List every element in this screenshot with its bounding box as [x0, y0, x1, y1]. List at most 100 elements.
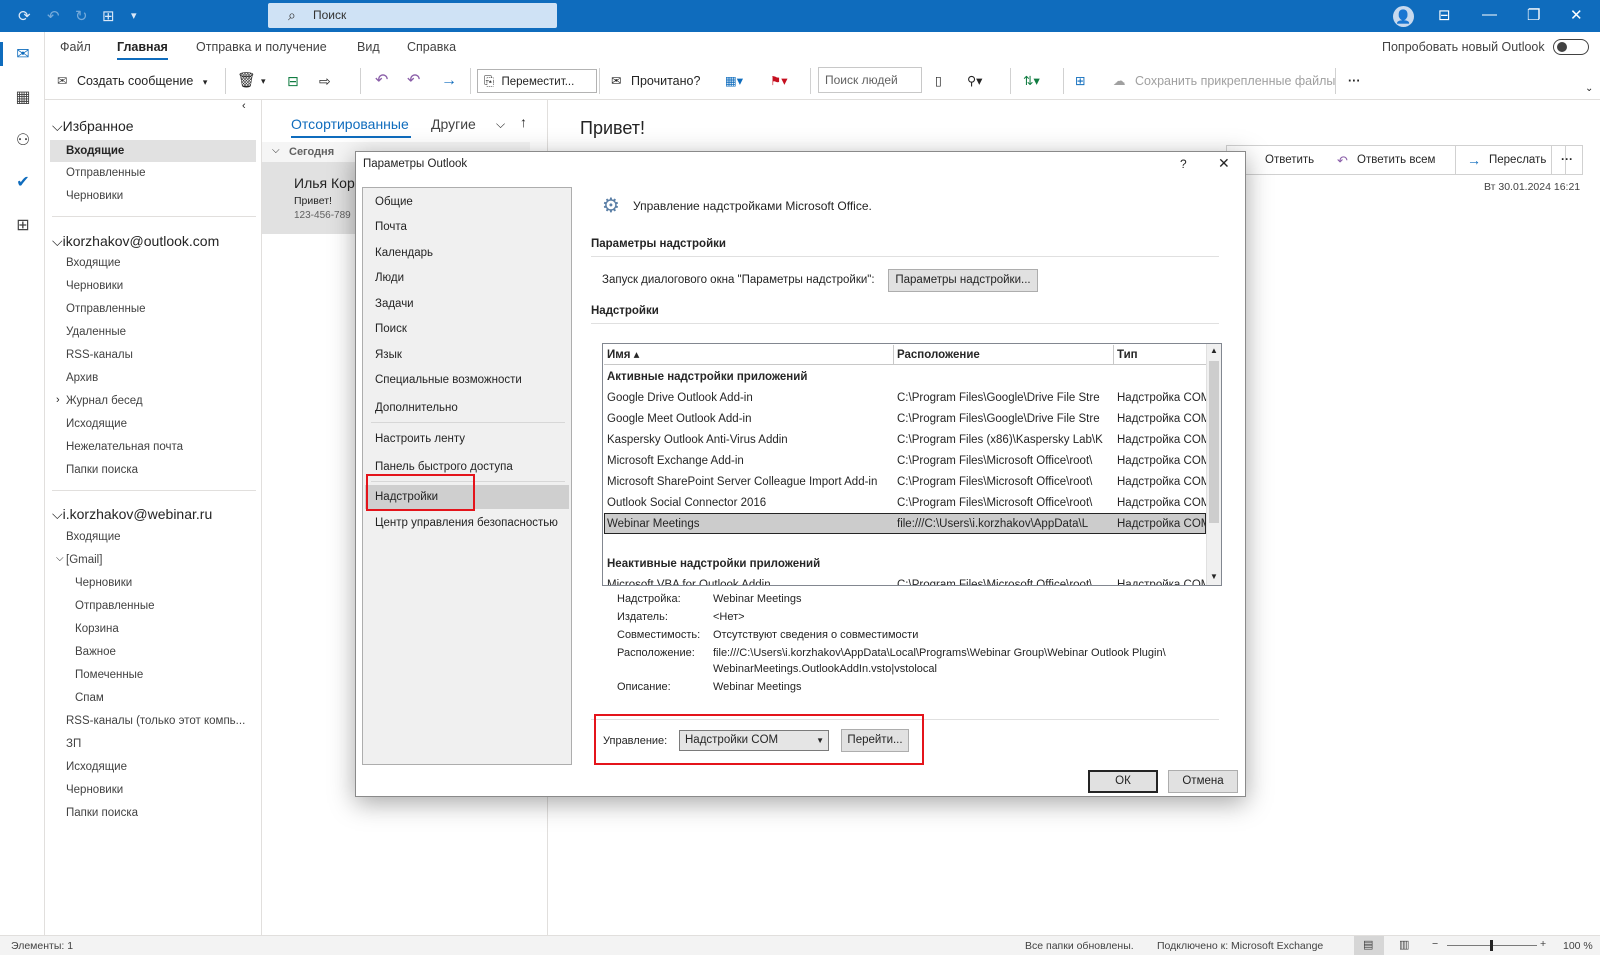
folder-item[interactable]: RSS-каналы: [66, 349, 133, 361]
chevron-down-icon[interactable]: ▾: [261, 70, 266, 92]
collapse-pane-icon[interactable]: ‹: [242, 100, 246, 112]
nav-mail[interactable]: Почта: [375, 221, 407, 233]
table-row[interactable]: Microsoft VBA for Outlook Addin C:\Progra…: [604, 575, 1209, 585]
redo-icon[interactable]: ↻: [75, 7, 88, 25]
folder-item[interactable]: Папки поиска: [66, 807, 138, 819]
todo-icon[interactable]: ✔: [12, 172, 34, 194]
ok-button[interactable]: ОК: [1088, 770, 1158, 793]
tab-file[interactable]: Файл: [60, 40, 91, 54]
chevron-right-icon[interactable]: ›: [56, 394, 60, 406]
chevron-down-icon[interactable]: ⌵: [56, 553, 64, 564]
scroll-thumb[interactable]: [1209, 361, 1219, 523]
rules-icon[interactable]: ⇅▾: [1023, 70, 1040, 92]
folder-inbox-favorite[interactable]: Входящие: [50, 140, 256, 162]
apps-grid-icon[interactable]: ⊞: [12, 215, 34, 237]
account-header-webinar[interactable]: ⌵i.korzhakov@webinar.ru: [52, 506, 212, 523]
column-type[interactable]: Тип: [1114, 345, 1214, 365]
new-message-button[interactable]: ✉ Создать сообщение ▾: [57, 70, 207, 92]
minimize-icon[interactable]: —: [1482, 6, 1497, 23]
table-row[interactable]: Google Meet Outlook Add-in C:\Program Fil…: [604, 409, 1209, 430]
close-icon[interactable]: ✕: [1570, 6, 1583, 24]
people-search-input[interactable]: Поиск людей: [818, 67, 922, 93]
nav-language[interactable]: Язык: [375, 349, 402, 361]
delete-icon[interactable]: 🗑: [237, 70, 256, 92]
folder-item[interactable]: Корзина: [75, 623, 119, 635]
folder-item[interactable]: Черновики: [66, 280, 123, 292]
read-unread-button[interactable]: ✉ Прочитано?: [611, 70, 700, 92]
folder-item[interactable]: ЗП: [66, 738, 81, 750]
collapse-ribbon-icon[interactable]: ⌄: [1585, 78, 1593, 100]
chevron-down-icon[interactable]: ⌵: [272, 145, 280, 156]
more-options-icon[interactable]: ···: [1348, 70, 1361, 92]
folder-item[interactable]: Входящие: [66, 257, 121, 269]
search-input[interactable]: ⌕ Поиск: [268, 3, 557, 28]
restore-icon[interactable]: ❐: [1527, 6, 1540, 24]
nav-customize-ribbon[interactable]: Настроить ленту: [375, 433, 465, 445]
folder-item[interactable]: Черновики: [75, 577, 132, 589]
more-actions-button[interactable]: ···: [1551, 145, 1583, 175]
people-icon[interactable]: ⚇: [12, 130, 34, 152]
folder-item[interactable]: Входящие: [66, 531, 121, 543]
table-scrollbar[interactable]: ▲ ▼: [1206, 344, 1221, 585]
table-row[interactable]: Microsoft SharePoint Server Colleague Im…: [604, 472, 1209, 493]
folder-item[interactable]: Архив: [66, 372, 98, 384]
move-dropdown[interactable]: ⎘ Переместит...: [477, 69, 597, 93]
folder-item[interactable]: Отправленные: [75, 600, 155, 612]
folder-item[interactable]: Исходящие: [66, 761, 127, 773]
folder-item[interactable]: Папки поиска: [66, 464, 138, 476]
save-attachments-button[interactable]: ☁ Сохранить прикрепленные файлы: [1113, 70, 1335, 92]
cancel-button[interactable]: Отмена: [1168, 770, 1238, 793]
account-header-outlook[interactable]: ⌵ikorzhakov@outlook.com: [52, 233, 219, 250]
help-button[interactable]: ?: [1180, 157, 1187, 171]
folder-item[interactable]: Черновики: [66, 784, 123, 796]
calendar-icon[interactable]: ▦: [12, 87, 34, 109]
reading-view-icon[interactable]: ▥: [1399, 938, 1409, 951]
nav-calendar[interactable]: Календарь: [375, 247, 433, 259]
tab-send-receive[interactable]: Отправка и получение: [196, 40, 327, 54]
zoom-in-icon[interactable]: +: [1540, 938, 1546, 950]
reply-all-icon[interactable]: ↶: [407, 70, 420, 92]
tab-home[interactable]: Главная: [117, 40, 168, 60]
reply-all-button[interactable]: Ответить всем: [1357, 154, 1435, 166]
nav-quick-access[interactable]: Панель быстрого доступа: [375, 461, 513, 473]
column-location[interactable]: Расположение: [894, 345, 1114, 365]
normal-view-button[interactable]: ▤: [1354, 936, 1384, 955]
reply-icon[interactable]: ↶: [375, 70, 388, 92]
zoom-slider-thumb[interactable]: [1490, 940, 1493, 951]
undo-icon[interactable]: ↶: [47, 7, 60, 25]
nav-general[interactable]: Общие: [375, 196, 413, 208]
nav-advanced[interactable]: Дополнительно: [375, 402, 458, 414]
folder-item[interactable]: Журнал бесед: [66, 395, 143, 407]
reply-button[interactable]: Ответить: [1265, 154, 1314, 166]
avatar[interactable]: 👤: [1393, 6, 1414, 27]
folder-item[interactable]: Спам: [75, 692, 104, 704]
favorites-header[interactable]: ⌵Избранное: [52, 118, 134, 135]
column-name[interactable]: Имя ▴: [604, 345, 894, 365]
customize-qat-icon[interactable]: ▾: [131, 9, 137, 22]
folder-item[interactable]: Помеченные: [75, 669, 143, 681]
table-row[interactable]: Google Drive Outlook Add-in C:\Program Fi…: [604, 388, 1209, 409]
folder-item[interactable]: Нежелательная почта: [66, 441, 183, 453]
apps-icon[interactable]: ⊞: [102, 7, 115, 25]
forward-button[interactable]: Переслать: [1489, 154, 1546, 166]
nav-people[interactable]: Люди: [375, 272, 404, 284]
folder-item[interactable]: RSS-каналы (только этот компь...: [66, 715, 245, 727]
scroll-up-icon[interactable]: ▲: [1210, 346, 1218, 355]
flag-icon[interactable]: ⚑▾: [770, 70, 787, 92]
scroll-down-icon[interactable]: ▼: [1210, 572, 1218, 581]
table-row[interactable]: Microsoft Exchange Add-in C:\Program File…: [604, 451, 1209, 472]
zoom-out-icon[interactable]: −: [1432, 938, 1438, 950]
nav-accessibility[interactable]: Специальные возможности: [375, 374, 522, 386]
folder-item[interactable]: Важное: [75, 646, 116, 658]
chevron-down-icon[interactable]: ⌵: [496, 117, 505, 132]
addin-options-button[interactable]: Параметры надстройки...: [888, 269, 1038, 292]
apps-icon[interactable]: ⊞: [1075, 70, 1085, 92]
close-icon[interactable]: ✕: [1218, 155, 1230, 172]
folder-drafts-favorite[interactable]: Черновики: [66, 190, 123, 202]
sort-arrow-icon[interactable]: ↑: [520, 114, 527, 130]
tab-other[interactable]: Другие: [431, 116, 476, 132]
forward-icon[interactable]: →: [441, 70, 457, 92]
try-new-outlook-toggle[interactable]: [1553, 39, 1589, 55]
sync-icon[interactable]: ⟳: [18, 7, 31, 25]
folder-item[interactable]: Удаленные: [66, 326, 126, 338]
